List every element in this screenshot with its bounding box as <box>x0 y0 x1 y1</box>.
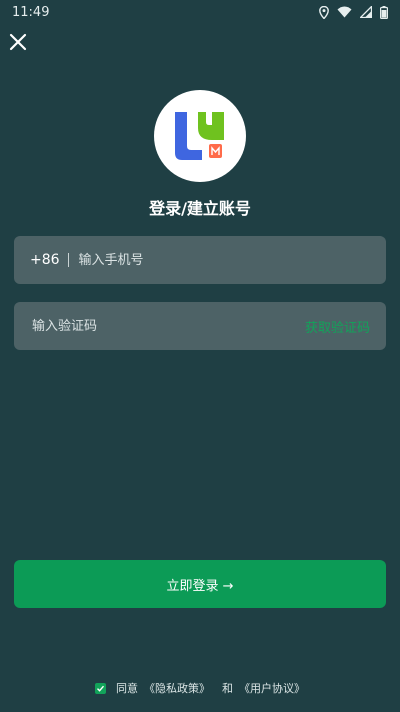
divider <box>67 253 69 267</box>
agree-connector: 和 <box>222 682 233 695</box>
status-icons <box>319 5 388 19</box>
close-button[interactable] <box>6 30 30 54</box>
phone-field[interactable]: +86 <box>14 236 386 284</box>
app-logo-icon <box>175 112 224 160</box>
close-icon <box>9 33 27 51</box>
country-code[interactable]: +86 <box>30 252 60 268</box>
signal-icon <box>360 6 372 18</box>
code-input[interactable] <box>30 317 305 335</box>
status-bar: 11:49 <box>0 0 400 24</box>
agree-prefix: 同意 <box>116 682 138 695</box>
agree-checkbox[interactable] <box>95 682 106 694</box>
terms-link[interactable]: 《用户协议》 <box>239 680 305 696</box>
status-time: 11:49 <box>12 4 50 20</box>
check-icon <box>97 685 105 692</box>
phone-input[interactable] <box>76 251 370 269</box>
battery-icon <box>380 5 388 19</box>
wifi-icon <box>337 6 352 18</box>
login-button[interactable]: 立即登录 → <box>14 560 386 608</box>
location-icon <box>319 5 329 19</box>
app-logo <box>154 90 246 182</box>
page-title: 登录/建立账号 <box>149 199 251 218</box>
code-field[interactable]: 获取验证码 <box>14 302 386 350</box>
privacy-policy-link[interactable]: 《隐私政策》 <box>144 680 210 696</box>
get-code-button[interactable]: 获取验证码 <box>305 317 370 336</box>
agreement-row: 同意 《隐私政策》 和 《用户协议》 <box>0 680 400 696</box>
